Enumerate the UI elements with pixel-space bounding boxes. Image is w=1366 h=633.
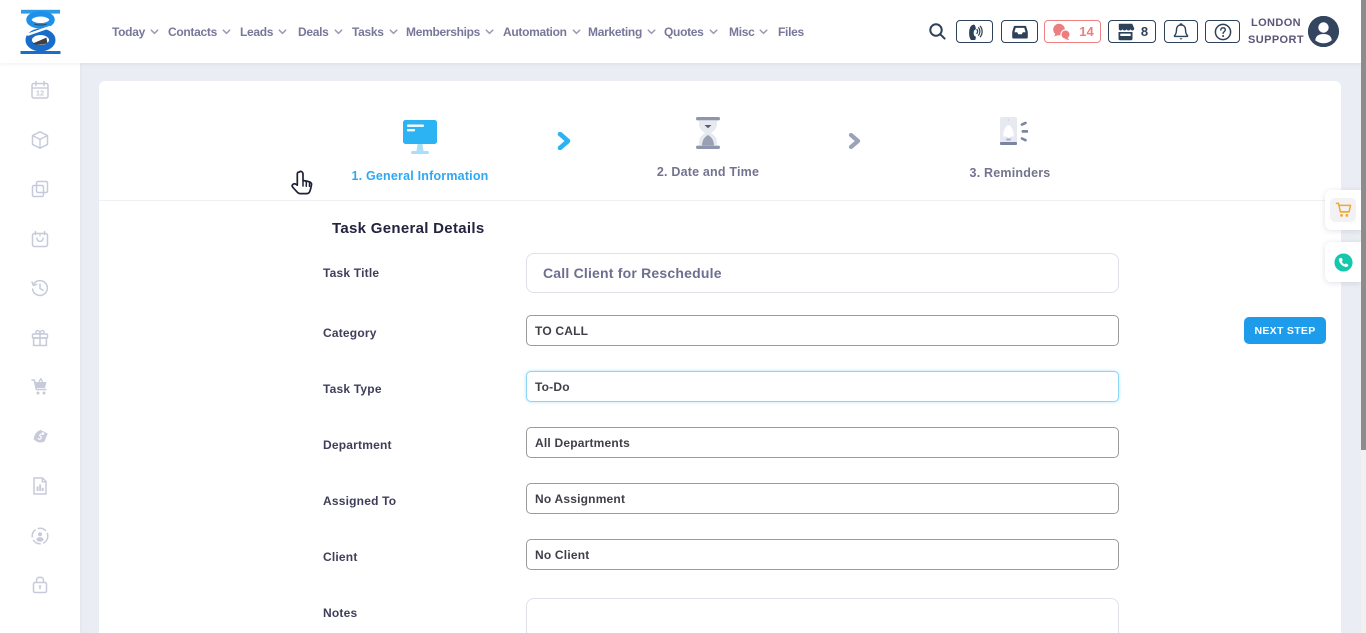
svg-text:12: 12: [36, 89, 44, 98]
